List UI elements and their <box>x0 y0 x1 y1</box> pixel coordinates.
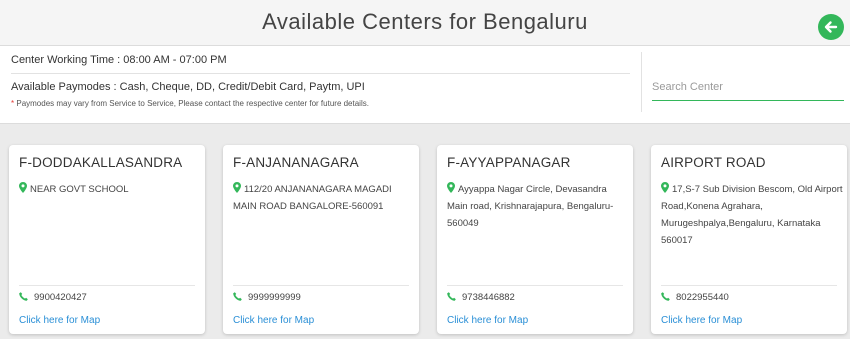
center-card: AIRPORT ROAD 17,S-7 Sub Division Bescom,… <box>651 145 847 334</box>
arrow-left-icon <box>824 21 838 33</box>
center-address: Ayyappa Nagar Circle, Devasandra Main ro… <box>447 181 629 232</box>
center-address: NEAR GOVT SCHOOL <box>19 181 201 198</box>
search-center-input[interactable] <box>652 73 844 101</box>
map-pin-icon <box>19 182 27 193</box>
center-card: F-AYYAPPANAGAR Ayyappa Nagar Circle, Dev… <box>437 145 633 334</box>
map-pin-icon <box>661 182 669 193</box>
paymodes-value: Cash, Cheque, DD, Credit/Debit Card, Pay… <box>119 81 365 93</box>
center-phone: 8022955440 <box>661 292 729 303</box>
center-name: F-DODDAKALLASANDRA <box>19 155 183 170</box>
card-divider <box>661 285 837 286</box>
center-phone: 9999999999 <box>233 292 301 303</box>
phone-icon <box>447 292 456 301</box>
card-divider <box>233 285 409 286</box>
center-phone: 9900420427 <box>19 292 87 303</box>
paymodes-row: Available Paymodes : Cash, Cheque, DD, C… <box>11 81 365 93</box>
paymodes-label: Available Paymodes : <box>11 81 117 93</box>
page-title: Available Centers for Bengaluru <box>262 9 588 34</box>
address-text: 17,S-7 Sub Division Bescom, Old Airport … <box>661 184 843 246</box>
center-card: F-DODDAKALLASANDRA NEAR GOVT SCHOOL 9900… <box>9 145 205 334</box>
center-address: 17,S-7 Sub Division Bescom, Old Airport … <box>661 181 843 249</box>
address-text: 112/20 ANJANANAGARA MAGADI MAIN ROAD BAN… <box>233 184 392 212</box>
vertical-divider <box>641 52 642 112</box>
map-pin-icon <box>233 182 241 193</box>
card-divider <box>447 285 623 286</box>
address-text: Ayyappa Nagar Circle, Devasandra Main ro… <box>447 184 614 229</box>
center-address: 112/20 ANJANANAGARA MAGADI MAIN ROAD BAN… <box>233 181 415 215</box>
center-name: F-AYYAPPANAGAR <box>447 155 571 170</box>
working-time: Center Working Time : 08:00 AM - 07:00 P… <box>11 54 227 66</box>
map-link[interactable]: Click here for Map <box>447 315 528 326</box>
center-name: F-ANJANANAGARA <box>233 155 359 170</box>
center-info-panel: Center Working Time : 08:00 AM - 07:00 P… <box>0 46 850 124</box>
center-phone: 9738446882 <box>447 292 515 303</box>
map-link[interactable]: Click here for Map <box>233 315 314 326</box>
center-name: AIRPORT ROAD <box>661 155 766 170</box>
paymodes-note: * Paymodes may vary from Service to Serv… <box>11 99 369 108</box>
phone-number: 9900420427 <box>34 292 87 303</box>
info-divider <box>11 73 630 74</box>
address-text: NEAR GOVT SCHOOL <box>30 184 129 195</box>
note-asterisk: * <box>11 99 15 108</box>
phone-icon <box>19 292 28 301</box>
center-card: F-ANJANANAGARA 112/20 ANJANANAGARA MAGAD… <box>223 145 419 334</box>
phone-number: 9999999999 <box>248 292 301 303</box>
map-link[interactable]: Click here for Map <box>661 315 742 326</box>
map-pin-icon <box>447 182 455 193</box>
phone-icon <box>233 292 242 301</box>
phone-number: 8022955440 <box>676 292 729 303</box>
map-link[interactable]: Click here for Map <box>19 315 100 326</box>
phone-icon <box>661 292 670 301</box>
card-divider <box>19 285 195 286</box>
note-text: Paymodes may vary from Service to Servic… <box>16 99 369 108</box>
page-header: Available Centers for Bengaluru <box>0 0 850 46</box>
phone-number: 9738446882 <box>462 292 515 303</box>
back-button[interactable] <box>818 14 844 40</box>
